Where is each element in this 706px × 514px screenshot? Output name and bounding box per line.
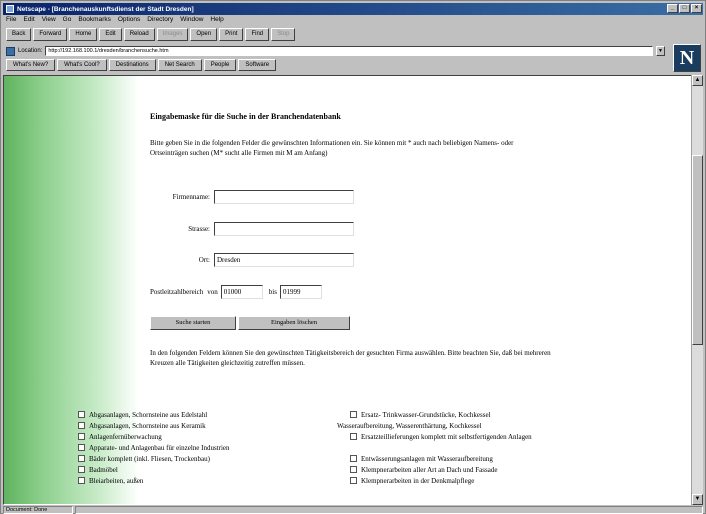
checkbox-item[interactable]: Klempnerarbeiten aller Art an Dach und F… xyxy=(350,465,497,475)
stop-button[interactable]: Stop xyxy=(271,28,296,41)
menu-window[interactable]: Window xyxy=(180,16,203,26)
bookmark-icon[interactable] xyxy=(6,46,15,56)
checkbox[interactable] xyxy=(78,422,85,429)
checkbox[interactable] xyxy=(350,411,357,418)
plz-von-label: von xyxy=(207,288,218,296)
software-button[interactable]: Software xyxy=(238,59,277,71)
search-button[interactable]: Suche starten xyxy=(150,316,236,330)
back-button[interactable]: Back xyxy=(6,28,32,41)
browser-window: Netscape - [Branchenauskunftsdienst der … xyxy=(0,0,706,514)
scroll-up-icon[interactable]: ▲ xyxy=(692,75,703,86)
home-button[interactable]: Home xyxy=(69,28,98,41)
checkbox[interactable] xyxy=(78,455,85,462)
scroll-down-icon[interactable]: ▼ xyxy=(692,494,703,505)
checkbox[interactable] xyxy=(350,433,357,440)
vertical-scrollbar[interactable]: ▲ ▼ xyxy=(691,75,703,505)
checkbox[interactable] xyxy=(350,455,357,462)
location-dropdown-icon[interactable]: ▼ xyxy=(656,46,665,56)
checkbox-item[interactable]: Entwässerungsanlagen mit Wasseraufbereit… xyxy=(350,454,493,464)
strasse-row: Strasse: xyxy=(150,222,354,236)
page-title: Eingabemaske für die Suche in der Branch… xyxy=(150,112,341,121)
print-button[interactable]: Print xyxy=(219,28,244,41)
firmenname-input[interactable] xyxy=(214,190,354,204)
location-input[interactable]: http://192.168.100.1/dresden/branchensuc… xyxy=(45,46,653,56)
whats-new-button[interactable]: What's New? xyxy=(6,59,56,71)
plz-bis-input[interactable]: 01999 xyxy=(279,285,322,299)
menu-edit[interactable]: Edit xyxy=(23,16,34,26)
images-button[interactable]: Images xyxy=(156,28,189,41)
checkbox-item[interactable]: Abgasanlagen, Schornsteine aus Keramik xyxy=(78,421,206,431)
checkbox-item[interactable]: Klempnerarbeiten in der Denkmalpflege xyxy=(350,476,474,486)
location-label: Location: xyxy=(18,48,43,54)
menu-bar: File Edit View Go Bookmarks Options Dire… xyxy=(3,16,224,26)
netscape-logo-icon[interactable]: N xyxy=(673,44,701,72)
reload-button[interactable]: Reload xyxy=(123,28,155,41)
checkbox[interactable] xyxy=(350,466,357,473)
window-title: Netscape - [Branchenauskunftsdienst der … xyxy=(17,5,194,13)
edit-button[interactable]: Edit xyxy=(99,28,122,41)
firmenname-row: Firmenname: xyxy=(150,190,354,204)
status-text: Document: Done xyxy=(3,506,73,514)
forward-button[interactable]: Forward xyxy=(33,28,68,41)
checkbox-item[interactable]: Badmöbel xyxy=(78,465,118,475)
checkbox-label-continued: Wasseraufbereitung, Wasserenthärtung, Ko… xyxy=(337,422,482,430)
directory-bar: What's New? What's Cool? Destinations Ne… xyxy=(3,59,277,72)
plz-row: Postleitzahlbereich von 01000 bis 01999 xyxy=(150,285,322,299)
menu-file[interactable]: File xyxy=(6,16,16,26)
category-instructions: In den folgenden Feldern können Sie den … xyxy=(150,349,551,367)
checkbox-item[interactable]: Bäder komplett (inkl. Fliesen, Trockenba… xyxy=(78,454,210,464)
checkbox[interactable] xyxy=(78,477,85,484)
checkbox-item[interactable]: Ersatzteillieferungen komplett mit selbs… xyxy=(350,432,532,442)
whats-cool-button[interactable]: What's Cool? xyxy=(57,59,107,71)
menu-directory[interactable]: Directory xyxy=(147,16,173,26)
page-content: Eingabemaske für die Suche in der Branch… xyxy=(3,75,693,505)
ort-label: Ort: xyxy=(198,256,210,264)
checkbox-item[interactable]: Apparate- und Anlagenbau für einzelne In… xyxy=(78,443,230,453)
checkbox[interactable] xyxy=(350,477,357,484)
menu-go[interactable]: Go xyxy=(63,16,72,26)
menu-options[interactable]: Options xyxy=(118,16,140,26)
checkbox-item[interactable]: Ersatz- Trinkwasser-Grundstücke, Kochkes… xyxy=(350,410,491,420)
strasse-input[interactable] xyxy=(214,222,354,236)
checkbox[interactable] xyxy=(78,411,85,418)
firmenname-label: Firmenname: xyxy=(172,193,210,201)
menu-bookmarks[interactable]: Bookmarks xyxy=(78,16,111,26)
close-button[interactable]: × xyxy=(691,4,702,13)
checkbox[interactable] xyxy=(78,444,85,451)
checkbox-item[interactable]: Abgasanlagen, Schornsteine aus Edelstahl xyxy=(78,410,207,420)
checkbox-item[interactable]: Bleiarbeiten, außen xyxy=(78,476,143,486)
strasse-label: Strasse: xyxy=(188,225,210,233)
minimize-button[interactable]: _ xyxy=(667,4,678,13)
menu-help[interactable]: Help xyxy=(210,16,223,26)
ort-input[interactable]: Dresden xyxy=(214,253,354,267)
plz-label: Postleitzahlbereich xyxy=(150,288,204,296)
status-bar: Document: Done xyxy=(3,506,703,514)
net-search-button[interactable]: Net Search xyxy=(157,59,202,71)
status-progress xyxy=(75,506,703,514)
intro-text: Bitte geben Sie in die folgenden Felder … xyxy=(150,139,514,157)
menu-view[interactable]: View xyxy=(42,16,56,26)
window-controls: _ □ × xyxy=(667,4,702,13)
people-button[interactable]: People xyxy=(203,59,237,71)
title-bar: Netscape - [Branchenauskunftsdienst der … xyxy=(3,3,703,15)
plz-bis-label: bis xyxy=(268,288,277,296)
reset-button[interactable]: Eingaben löschen xyxy=(238,316,350,330)
netscape-app-icon xyxy=(6,5,14,13)
checkbox-item[interactable]: Anlagenfernüberwachung xyxy=(78,432,162,442)
navigation-toolbar: Back Forward Home Edit Reload Images Ope… xyxy=(3,28,296,42)
plz-von-input[interactable]: 01000 xyxy=(220,285,263,299)
maximize-button[interactable]: □ xyxy=(679,4,690,13)
location-bar: Location: http://192.168.100.1/dresden/b… xyxy=(3,45,665,57)
scroll-thumb[interactable] xyxy=(692,155,703,345)
checkbox[interactable] xyxy=(78,433,85,440)
destinations-button[interactable]: Destinations xyxy=(108,59,156,71)
find-button[interactable]: Find xyxy=(245,28,270,41)
open-button[interactable]: Open xyxy=(190,28,218,41)
ort-row: Ort: Dresden xyxy=(150,253,354,267)
checkbox[interactable] xyxy=(78,466,85,473)
